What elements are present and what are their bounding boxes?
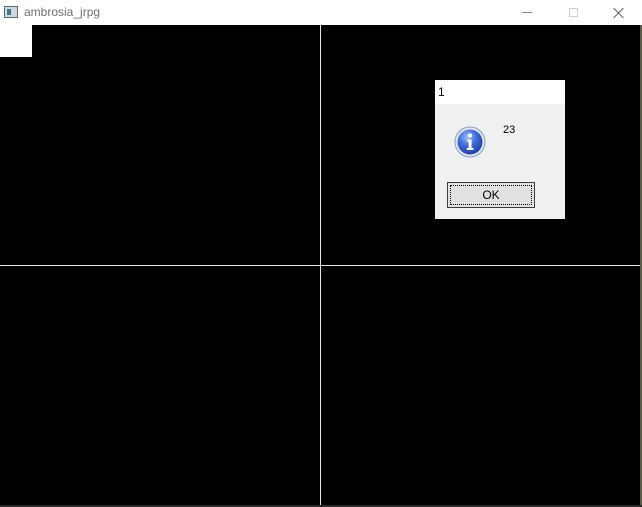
ok-button[interactable]: OK (447, 182, 535, 208)
app-window-icon (4, 6, 18, 18)
maximize-icon (568, 8, 578, 17)
app-window: ambrosia_jrpg 1 23 OK (0, 0, 642, 507)
window-title-bar[interactable]: ambrosia_jrpg (0, 0, 642, 25)
minimize-icon (522, 12, 532, 13)
minimize-button[interactable] (504, 0, 550, 25)
dialog-message: 23 (503, 124, 516, 136)
maximize-button[interactable] (550, 0, 596, 25)
information-icon (454, 126, 486, 158)
dialog-title: 1 (438, 85, 445, 99)
message-box-dialog: 1 23 OK (435, 80, 565, 219)
dialog-title-bar[interactable]: 1 (435, 80, 565, 104)
horizontal-divider (0, 265, 640, 266)
close-icon (613, 7, 625, 19)
white-tile (0, 25, 32, 57)
ok-button-label: OK (450, 185, 532, 205)
window-title: ambrosia_jrpg (24, 5, 101, 19)
close-button[interactable] (596, 0, 642, 25)
